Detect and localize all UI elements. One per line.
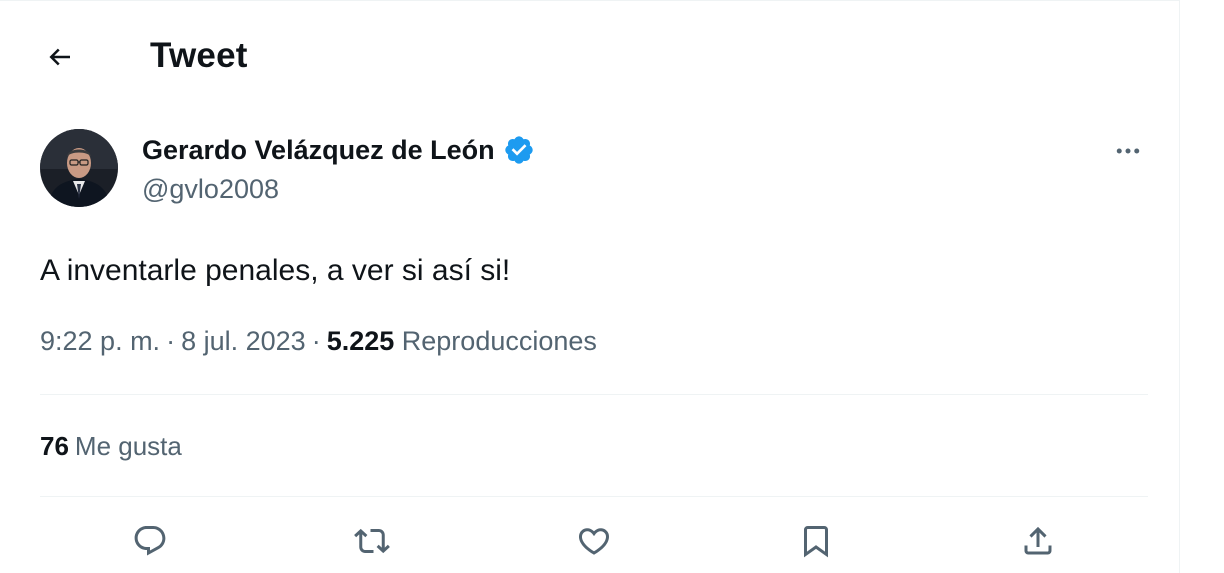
tweet-date[interactable]: 8 jul. 2023 [181, 326, 306, 356]
arrow-left-icon [49, 48, 70, 66]
page-title: Tweet [150, 36, 248, 75]
header: Tweet [0, 1, 1180, 109]
likes-stat[interactable]: 76 Me gusta [40, 429, 182, 463]
author-handle[interactable]: @gvlo2008 [142, 173, 279, 205]
divider [40, 496, 1148, 497]
views-label: Reproducciones [401, 326, 597, 356]
avatar-image [40, 129, 118, 207]
author-display-name: Gerardo Velázquez de León [142, 135, 495, 165]
reply-button[interactable] [128, 519, 172, 563]
tweet-text: A inventarle penales, a ver si así si! [40, 254, 511, 287]
reply-icon [134, 526, 166, 556]
like-button[interactable] [572, 519, 616, 563]
retweet-icon [354, 528, 390, 554]
share-icon [1024, 526, 1052, 555]
meta-separator: · [166, 326, 176, 356]
more-horizontal-icon [1116, 148, 1140, 154]
avatar[interactable] [40, 129, 118, 207]
likes-label: Me gusta [74, 431, 182, 461]
main-column: Tweet Gerardo Velázquez de León @gvlo200… [0, 0, 1180, 573]
tweet-time[interactable]: 9:22 p. m. [40, 326, 160, 356]
share-button[interactable] [1016, 519, 1060, 563]
divider [40, 394, 1148, 395]
back-button[interactable] [38, 35, 82, 79]
bookmark-icon [804, 526, 828, 558]
tweet-page: Tweet Gerardo Velázquez de León @gvlo200… [0, 0, 1224, 573]
likes-count: 76 [40, 431, 69, 461]
tweet-actions [40, 511, 1148, 571]
heart-icon [578, 528, 610, 555]
views-count: 5.225 [326, 326, 395, 356]
tweet-meta: 9:22 p. m. · 8 jul. 2023 · 5.225 Reproduccio… [40, 323, 597, 359]
author-name-row[interactable]: Gerardo Velázquez de León [142, 131, 535, 169]
more-options-button[interactable] [1108, 133, 1148, 169]
verified-badge-icon [504, 136, 533, 164]
bookmark-button[interactable] [794, 519, 838, 563]
retweet-button[interactable] [350, 519, 394, 563]
meta-separator: · [311, 326, 321, 356]
